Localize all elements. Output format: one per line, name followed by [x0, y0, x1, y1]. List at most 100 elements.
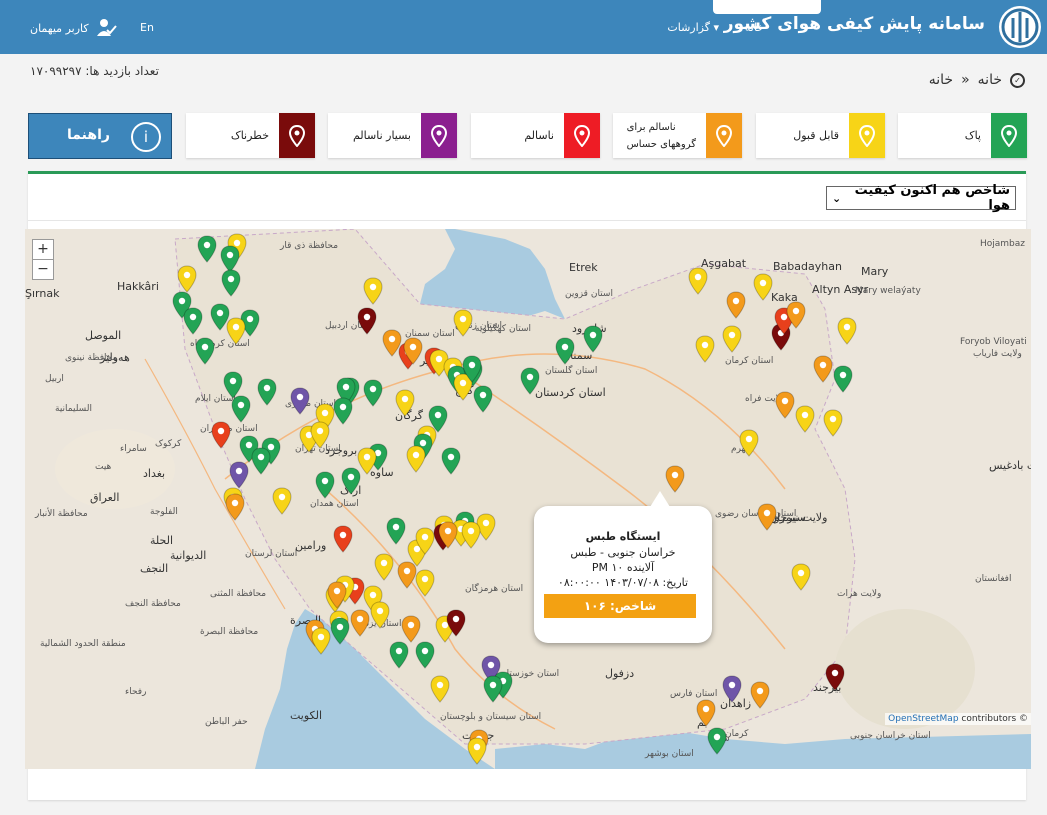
- dropdown-stub: [713, 0, 821, 14]
- station-marker[interactable]: [520, 367, 540, 395]
- popup-station: ایستگاه طبس: [585, 530, 661, 543]
- station-marker[interactable]: [226, 317, 246, 345]
- legend-hazardous-swatch: [279, 113, 315, 158]
- station-marker[interactable]: [311, 627, 331, 655]
- station-marker[interactable]: [453, 309, 473, 337]
- station-marker[interactable]: [739, 429, 759, 457]
- station-marker[interactable]: [791, 563, 811, 591]
- station-marker[interactable]: [401, 615, 421, 643]
- station-marker[interactable]: [251, 447, 271, 475]
- station-marker[interactable]: [333, 397, 353, 425]
- legend-sensitive: ناسالم برای گروههای حساس: [613, 113, 742, 158]
- station-marker[interactable]: [211, 421, 231, 449]
- station-marker[interactable]: [406, 445, 426, 473]
- station-marker[interactable]: [430, 675, 450, 703]
- station-marker[interactable]: [272, 487, 292, 515]
- language-switch[interactable]: En: [140, 21, 154, 34]
- map-place-label: العراق: [90, 491, 120, 504]
- station-marker[interactable]: [833, 365, 853, 393]
- station-marker[interactable]: [438, 521, 458, 549]
- station-marker[interactable]: [823, 409, 843, 437]
- map-canvas[interactable]: + − Aşgabat Etrek Babadayhan Mary Hojambaz Şı…: [25, 229, 1031, 769]
- station-marker[interactable]: [722, 675, 742, 703]
- station-marker[interactable]: [197, 235, 217, 263]
- station-marker[interactable]: [374, 553, 394, 581]
- station-marker[interactable]: [473, 385, 493, 413]
- station-popup[interactable]: ایستگاه طبس خراسان جنوبی - طبس آلاینده P…: [534, 491, 712, 643]
- zoom-out-button[interactable]: −: [32, 259, 54, 280]
- station-marker[interactable]: [327, 581, 347, 609]
- station-marker[interactable]: [813, 355, 833, 383]
- station-marker[interactable]: [446, 609, 466, 637]
- station-marker[interactable]: [688, 267, 708, 295]
- circle-check-icon: ✓: [1010, 72, 1025, 88]
- guide-button[interactable]: راهنما i: [28, 113, 172, 159]
- station-marker[interactable]: [370, 601, 390, 629]
- map-place-label: Etrek: [569, 261, 598, 274]
- station-marker[interactable]: [696, 699, 716, 727]
- station-marker[interactable]: [415, 641, 435, 669]
- legend-very-unhealthy-swatch: [421, 113, 457, 158]
- legend-good: پاک: [898, 113, 1027, 158]
- station-marker[interactable]: [837, 317, 857, 345]
- station-marker[interactable]: [403, 337, 423, 365]
- station-marker[interactable]: [177, 265, 197, 293]
- station-marker[interactable]: [441, 447, 461, 475]
- station-marker[interactable]: [225, 493, 245, 521]
- station-marker[interactable]: [775, 391, 795, 419]
- station-marker[interactable]: [483, 675, 503, 703]
- station-marker[interactable]: [461, 521, 481, 549]
- station-marker[interactable]: [183, 307, 203, 335]
- map-place-label: بغداد: [143, 467, 166, 480]
- station-marker[interactable]: [357, 307, 377, 335]
- station-marker[interactable]: [330, 617, 350, 645]
- station-marker[interactable]: [389, 641, 409, 669]
- station-marker[interactable]: [315, 471, 335, 499]
- station-marker[interactable]: [750, 681, 770, 709]
- station-marker[interactable]: [363, 379, 383, 407]
- zoom-in-button[interactable]: +: [32, 239, 54, 260]
- station-marker[interactable]: [341, 467, 361, 495]
- station-marker[interactable]: [221, 269, 241, 297]
- station-marker[interactable]: [825, 663, 845, 691]
- logo[interactable]: [999, 6, 1041, 48]
- map-place-label: Foryob Viloyati: [960, 337, 1027, 347]
- nav-reports[interactable]: گزارشات ▾: [667, 21, 719, 34]
- station-marker[interactable]: [386, 517, 406, 545]
- station-marker[interactable]: [333, 525, 353, 553]
- station-marker[interactable]: [726, 291, 746, 319]
- station-marker[interactable]: [707, 727, 727, 755]
- station-marker[interactable]: [695, 335, 715, 363]
- station-marker[interactable]: [363, 277, 383, 305]
- station-marker[interactable]: [583, 325, 603, 353]
- station-marker[interactable]: [229, 461, 249, 489]
- station-marker[interactable]: [195, 337, 215, 365]
- station-marker[interactable]: [257, 378, 277, 406]
- station-marker[interactable]: [395, 389, 415, 417]
- map-place-label: Şırnak: [25, 287, 60, 300]
- station-marker[interactable]: [722, 325, 742, 353]
- osm-link[interactable]: OpenStreetMap: [888, 714, 958, 724]
- station-marker[interactable]: [310, 421, 330, 449]
- station-marker[interactable]: [555, 337, 575, 365]
- station-marker[interactable]: [290, 387, 310, 415]
- station-marker[interactable]: [665, 465, 685, 493]
- station-marker[interactable]: [415, 569, 435, 597]
- breadcrumb-home[interactable]: خانه: [978, 72, 1002, 88]
- station-marker[interactable]: [795, 405, 815, 433]
- station-marker[interactable]: [231, 395, 251, 423]
- station-marker[interactable]: [462, 355, 482, 383]
- map-place-label: Mary: [861, 265, 889, 278]
- legend-unhealthy-swatch: [564, 113, 600, 158]
- legend-good-swatch: [991, 113, 1027, 158]
- station-marker[interactable]: [786, 301, 806, 329]
- station-marker[interactable]: [415, 527, 435, 555]
- station-marker[interactable]: [757, 503, 777, 531]
- nav-home[interactable]: خانه: [745, 21, 764, 34]
- station-marker[interactable]: [467, 737, 487, 765]
- station-marker[interactable]: [350, 609, 370, 637]
- station-marker[interactable]: [753, 273, 773, 301]
- index-select[interactable]: شاخص هم اکنون کیفیت هوا ⌄: [826, 183, 1016, 213]
- user-menu[interactable]: کاربر میهمان: [30, 18, 117, 38]
- map-place-label: استان خراسان جنوبی: [850, 731, 931, 741]
